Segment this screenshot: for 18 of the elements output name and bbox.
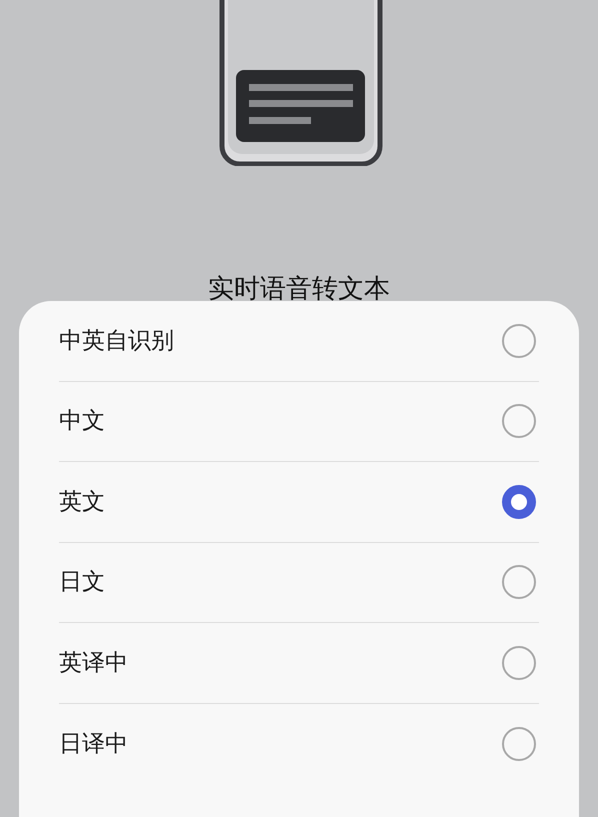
radio-button[interactable] <box>502 646 536 680</box>
option-label: 英文 <box>59 488 105 516</box>
radio-button[interactable] <box>502 324 536 358</box>
radio-button[interactable] <box>502 726 536 761</box>
option-label: 中文 <box>59 407 105 436</box>
language-option[interactable]: 英文 <box>59 462 539 542</box>
option-label: 中英自识别 <box>59 326 174 356</box>
option-label: 英译中 <box>59 648 128 678</box>
option-label: 日译中 <box>59 730 128 758</box>
radio-button[interactable] <box>502 565 536 600</box>
radio-button[interactable] <box>502 484 536 519</box>
language-option[interactable]: 日文 <box>59 542 539 623</box>
language-option[interactable]: 英译中 <box>59 623 539 704</box>
language-option[interactable]: 中英自识别 <box>59 301 539 382</box>
option-label: 日文 <box>59 568 105 597</box>
radio-button[interactable] <box>502 404 536 438</box>
language-option[interactable]: 中文 <box>59 382 539 462</box>
language-option[interactable]: 日译中 <box>59 704 539 784</box>
